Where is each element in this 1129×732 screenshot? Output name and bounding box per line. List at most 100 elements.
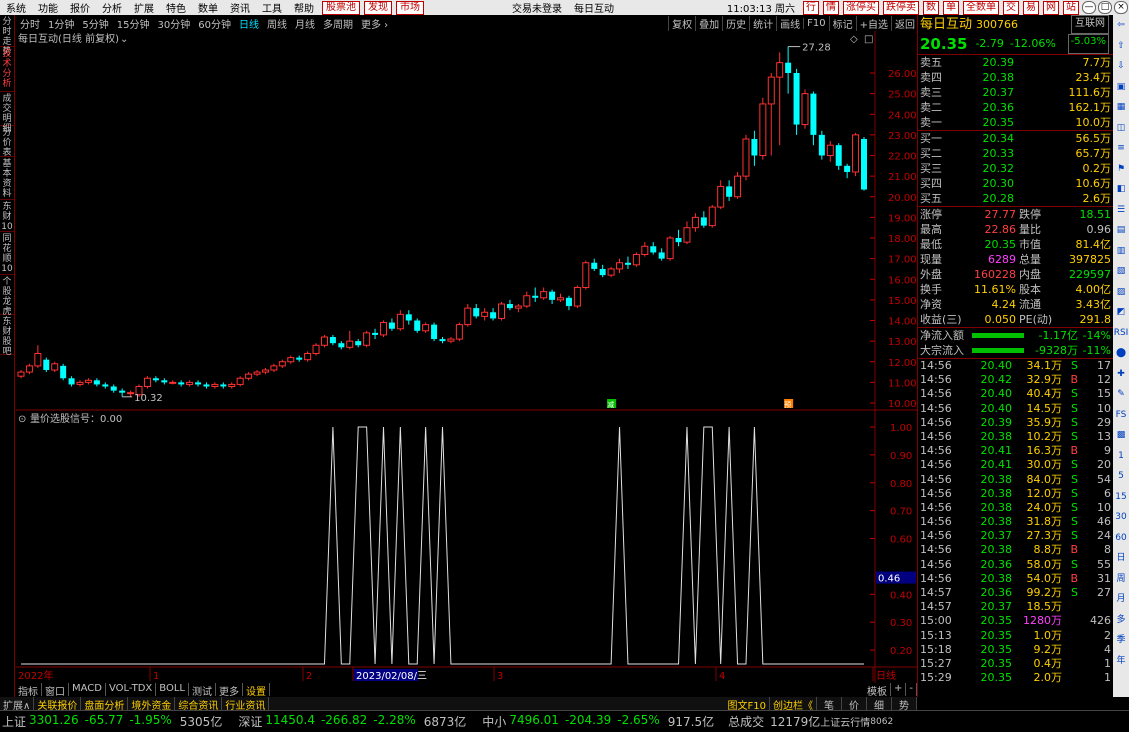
tool-6[interactable]: 标记 <box>828 15 856 31</box>
quick-btn-7[interactable]: 交 <box>1003 0 1019 15</box>
side-tool-31-icon[interactable]: 年 <box>1113 651 1129 672</box>
minimize-icon[interactable]: — <box>1082 1 1096 14</box>
tool-2[interactable]: 历史 <box>722 15 749 31</box>
tick-list[interactable]: 14:56 20.40 34.1万 S 17 14:56 20.42 32.9万 B 12 14:5… <box>918 358 1113 685</box>
industry-tag[interactable]: 互联网 <box>1071 15 1109 34</box>
period-9[interactable]: 多周期 <box>319 16 357 31</box>
side-tool-11-icon[interactable]: ▥ <box>1113 241 1129 262</box>
side-tool-28-icon[interactable]: 月 <box>1113 589 1129 610</box>
leftnav-0[interactable]: 分时走势 <box>0 15 14 57</box>
side-tool-6-icon[interactable]: ≡ <box>1113 138 1129 159</box>
menu-item-3[interactable]: 分析 <box>96 0 128 15</box>
template-control-1[interactable]: + <box>891 683 907 696</box>
side-tool-9-icon[interactable]: ☰ <box>1113 200 1129 221</box>
side-tool-1-icon[interactable]: ⇧ <box>1113 36 1129 57</box>
side-tool-18-icon[interactable]: ✎ <box>1113 384 1129 405</box>
side-tool-27-icon[interactable]: 周 <box>1113 569 1129 590</box>
bids-row[interactable]: 买五 20.28 2.6万 <box>918 191 1113 206</box>
side-tool-20-icon[interactable]: ▩ <box>1113 425 1129 446</box>
diamond-icon[interactable]: ◇ <box>850 34 858 45</box>
side-tool-22-icon[interactable]: 5 <box>1113 466 1129 487</box>
indicator-tab-2[interactable]: MACD <box>69 683 106 696</box>
side-tool-26-icon[interactable]: 日 <box>1113 548 1129 569</box>
menu-red-0[interactable]: 股票池 <box>322 0 360 15</box>
index-group[interactable]: 深证 11450.4 -266.82 -2.28% 6873亿 <box>236 713 466 730</box>
indicator-tab-3[interactable]: VOL-TDX <box>106 683 157 696</box>
side-tool-4-icon[interactable]: ▦ <box>1113 97 1129 118</box>
period-10[interactable]: 更多 › <box>357 16 392 31</box>
close-icon[interactable]: × <box>1114 1 1128 14</box>
side-tool-5-icon[interactable]: ◫ <box>1113 118 1129 139</box>
indicator-tab-1[interactable]: 窗口 <box>42 683 69 698</box>
indicator-tab-7[interactable]: 设置 <box>243 683 270 698</box>
tool-8[interactable]: 返回 <box>891 15 918 31</box>
menu-item-9[interactable]: 帮助 <box>288 0 320 15</box>
tool-4[interactable]: 画线 <box>776 15 803 31</box>
indicator-tab-4[interactable]: BOLL <box>156 683 189 696</box>
side-tool-15-icon[interactable]: RSI <box>1113 323 1129 344</box>
quick-btn-5[interactable]: 单 <box>943 0 959 15</box>
side-tool-14-icon[interactable]: ◩ <box>1113 302 1129 323</box>
period-8[interactable]: 月线 <box>291 16 319 31</box>
ext-right-item-4[interactable]: 细 <box>867 697 892 712</box>
ext-item-5[interactable]: 行业资讯 <box>222 697 270 712</box>
side-tool-23-icon[interactable]: 15 <box>1113 487 1129 508</box>
side-tool-0-icon[interactable]: ⇦ <box>1113 15 1129 36</box>
bids-row[interactable]: 买四 20.30 10.6万 <box>918 176 1113 191</box>
side-tool-12-icon[interactable]: ▧ <box>1113 261 1129 282</box>
side-tool-3-icon[interactable]: ▣ <box>1113 77 1129 98</box>
chart-title-chevron-icon[interactable]: ⌄ <box>120 34 128 45</box>
side-tool-8-icon[interactable]: ◧ <box>1113 179 1129 200</box>
quick-btn-6[interactable]: 全数单 <box>963 0 999 15</box>
index-group[interactable]: 中小 7496.01 -204.39 -2.65% 917.5亿 <box>480 713 714 730</box>
indicator-tab-5[interactable]: 测试 <box>189 683 216 698</box>
indicator-chevron-icon[interactable]: ⊙ <box>18 414 26 425</box>
maximize-icon[interactable]: □ <box>1098 1 1112 14</box>
ext-item-4[interactable]: 综合资讯 <box>175 697 223 712</box>
template-control-0[interactable]: 模板 <box>864 683 891 698</box>
ext-item-1[interactable]: 关联报价 <box>34 697 82 712</box>
collapse-icon[interactable]: □ <box>864 34 873 45</box>
side-tool-13-icon[interactable]: ▨ <box>1113 282 1129 303</box>
menu-item-5[interactable]: 特色 <box>160 0 192 15</box>
side-tool-17-icon[interactable]: ✚ <box>1113 364 1129 385</box>
quick-btn-0[interactable]: 行 <box>803 0 819 15</box>
ext-right-item-5[interactable]: 势 <box>892 697 917 712</box>
menu-item-8[interactable]: 工具 <box>256 0 288 15</box>
menu-item-6[interactable]: 数单 <box>192 0 224 15</box>
ext-right-item-0[interactable]: 图文F10 <box>725 697 770 712</box>
quick-btn-1[interactable]: 情 <box>823 0 839 15</box>
side-tool-10-icon[interactable]: ▤ <box>1113 220 1129 241</box>
indicator-tab-6[interactable]: 更多 <box>216 683 243 698</box>
period-6[interactable]: 日线 <box>235 16 263 31</box>
period-0[interactable]: 分时 <box>16 16 44 31</box>
ext-right-item-2[interactable]: 笔 <box>817 697 842 712</box>
tool-3[interactable]: 统计 <box>749 15 776 31</box>
menu-item-2[interactable]: 报价 <box>64 0 96 15</box>
template-control-2[interactable]: - <box>906 683 917 696</box>
quick-btn-4[interactable]: 数 <box>923 0 939 15</box>
bids-row[interactable]: 买二 20.33 65.7万 <box>918 146 1113 161</box>
period-2[interactable]: 5分钟 <box>78 16 112 31</box>
ext-right-item-1[interactable]: 创边栏《 <box>770 697 817 712</box>
ext-item-0[interactable]: 扩展∧ <box>0 697 35 712</box>
leftnav-1[interactable]: 技术分析 <box>0 47 14 92</box>
menu-red-1[interactable]: 发现 <box>364 0 392 15</box>
quick-btn-8[interactable]: 易 <box>1023 0 1039 15</box>
leftnav-7[interactable]: 个股龙虎 <box>0 275 14 317</box>
asks-row[interactable]: 卖四 20.38 23.4万 <box>918 70 1113 85</box>
tool-1[interactable]: 叠加 <box>695 15 722 31</box>
quick-btn-9[interactable]: 网 <box>1043 0 1059 15</box>
asks-row[interactable]: 卖二 20.36 162.1万 <box>918 100 1113 115</box>
side-tool-19-icon[interactable]: FS <box>1113 405 1129 426</box>
menu-item-1[interactable]: 功能 <box>32 0 64 15</box>
side-tool-7-icon[interactable]: ⚑ <box>1113 159 1129 180</box>
tool-7[interactable]: +自选 <box>855 15 891 31</box>
menu-red-2[interactable]: 市场 <box>396 0 424 15</box>
side-tool-24-icon[interactable]: 30 <box>1113 507 1129 528</box>
quick-btn-2[interactable]: 涨停买 <box>843 0 879 15</box>
leftnav-5[interactable]: 东财10 <box>0 200 14 232</box>
leftnav-4[interactable]: 基本资料 <box>0 157 14 200</box>
period-5[interactable]: 60分钟 <box>194 16 235 31</box>
cloud-quote-label[interactable]: 上证云行情 <box>820 714 870 729</box>
